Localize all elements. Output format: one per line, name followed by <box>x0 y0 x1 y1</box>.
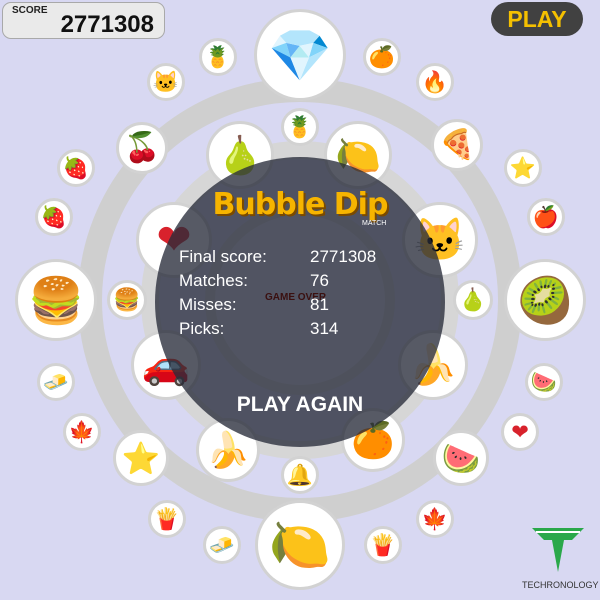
watermelon-icon: 🍉 <box>530 370 558 394</box>
pizza-icon: 🍕 <box>438 128 476 161</box>
bubble-bell[interactable]: 🔔 <box>281 456 319 494</box>
bubble-watermelon[interactable]: 🍉 <box>525 363 563 401</box>
stat-value-misses: 81 <box>310 295 329 314</box>
fire-icon: 🔥 <box>421 70 449 94</box>
bubble-cat[interactable]: 🐱 <box>147 63 185 101</box>
cat-icon: 🐱 <box>152 70 180 94</box>
brand-name: TECHRONOLOGY <box>522 580 599 590</box>
kiwi-icon: 🥝 <box>516 274 574 326</box>
bubble-apple[interactable]: 🍎 <box>527 198 565 236</box>
fries-icon: 🍟 <box>153 507 181 531</box>
gold-bars-icon: 🧈 <box>208 533 236 557</box>
strawberry-icon: 🍓 <box>40 205 68 229</box>
bubble-orange[interactable]: 🍊 <box>363 38 401 76</box>
strawberry-icon: 🍓 <box>62 156 90 180</box>
maple-leaf-icon: 🍁 <box>68 420 96 444</box>
stat-label-picks: Picks: <box>179 319 225 338</box>
stat-label-matches: Matches: <box>179 271 248 290</box>
watermelon-icon: 🍉 <box>441 440 481 476</box>
bubble-heart[interactable]: ❤ <box>501 413 539 451</box>
stat-label-final-score: Final score: <box>179 247 267 266</box>
stat-value-matches: 76 <box>310 271 329 290</box>
play-button[interactable]: PLAY <box>491 2 583 36</box>
bubble-strawberry[interactable]: 🍓 <box>35 198 73 236</box>
bubble-pineapple[interactable]: 🍍 <box>281 108 319 146</box>
stat-value-final-score: 2771308 <box>310 247 377 266</box>
fries-icon: 🍟 <box>369 533 397 557</box>
bubble-maple-leaf[interactable]: 🍁 <box>63 413 101 451</box>
burger-icon: 🍔 <box>113 287 141 312</box>
bubble-star[interactable]: ⭐ <box>113 430 169 486</box>
bubble-burger[interactable]: 🍔 <box>107 280 147 320</box>
stat-value-picks: 314 <box>310 319 339 338</box>
score-panel: SCORE 2771308 <box>2 2 165 39</box>
bubble-cherries[interactable]: 🍒 <box>116 122 168 174</box>
bubble-gold-bars[interactable]: 🧈 <box>37 363 75 401</box>
stat-label-misses: Misses: <box>179 295 237 314</box>
bell-icon: 🔔 <box>286 463 314 487</box>
heart-icon: ❤ <box>511 420 529 444</box>
bubble-fries[interactable]: 🍟 <box>148 500 186 538</box>
pear-icon: 🍐 <box>459 287 487 312</box>
apple-icon: 🍎 <box>532 205 560 229</box>
bubble-maple-leaf[interactable]: 🍁 <box>416 500 454 538</box>
gold-bars-icon: 🧈 <box>42 370 70 394</box>
orange-icon: 🍊 <box>368 45 396 69</box>
pineapple-icon: 🍍 <box>204 45 232 69</box>
bubble-diamond[interactable]: 💎 <box>254 9 346 101</box>
bubble-strawberry[interactable]: 🍓 <box>57 149 95 187</box>
bubble-kiwi[interactable]: 🥝 <box>504 259 586 341</box>
play-again-button[interactable]: PLAY AGAIN <box>155 393 445 417</box>
diamond-icon: 💎 <box>268 26 332 84</box>
bubble-lemon[interactable]: 🍋 <box>255 500 345 590</box>
bubble-fire[interactable]: 🔥 <box>416 63 454 101</box>
bubble-pizza[interactable]: 🍕 <box>431 119 483 171</box>
game-logo-subtitle: MATCH <box>362 220 387 227</box>
bubble-pineapple[interactable]: 🍍 <box>199 38 237 76</box>
bubble-pear[interactable]: 🍐 <box>453 280 493 320</box>
game-over-panel: Bubble Dip MATCH Final score: 2771308 Ma… <box>155 157 445 447</box>
bubble-star[interactable]: ⭐ <box>504 149 542 187</box>
score-label: SCORE <box>12 5 48 16</box>
bubble-watermelon[interactable]: 🍉 <box>433 430 489 486</box>
maple-leaf-icon: 🍁 <box>421 507 449 531</box>
cherries-icon: 🍒 <box>123 131 161 164</box>
brand-logo: TECHRONOLOGY <box>522 518 599 596</box>
banana-icon: 🍌 <box>206 430 250 470</box>
pineapple-icon: 🍍 <box>286 115 314 139</box>
game-logo: Bubble Dip <box>212 187 389 222</box>
bubble-burger[interactable]: 🍔 <box>15 259 97 341</box>
burger-icon: 🍔 <box>27 274 85 326</box>
lemon-icon: 🍋 <box>268 517 332 573</box>
brand-mark-icon <box>532 528 584 572</box>
bubble-gold-bars[interactable]: 🧈 <box>203 526 241 564</box>
score-value: 2771308 <box>60 11 154 38</box>
star-icon: ⭐ <box>509 156 537 180</box>
bubble-fries[interactable]: 🍟 <box>364 526 402 564</box>
star-icon: ⭐ <box>121 440 161 476</box>
